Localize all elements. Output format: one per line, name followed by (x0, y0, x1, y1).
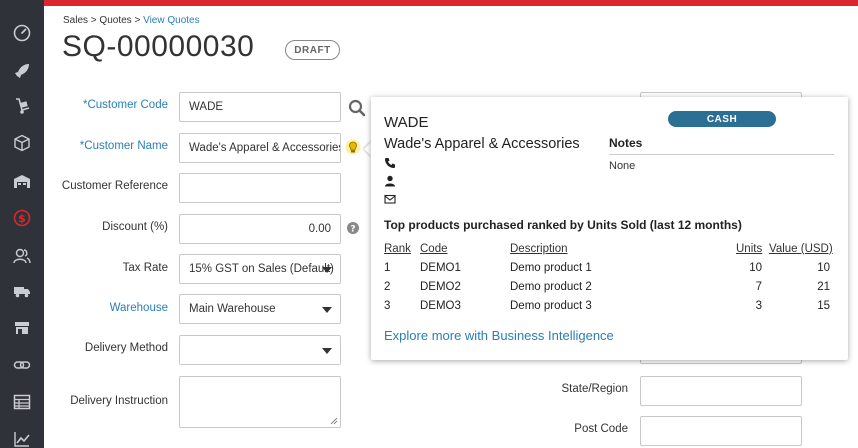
chart-icon[interactable] (8, 426, 36, 448)
users-icon[interactable] (8, 243, 36, 269)
rocket-icon[interactable] (8, 58, 36, 84)
dollar-icon[interactable]: $ (8, 205, 36, 231)
discount-label: Discount (%) (102, 221, 168, 233)
warehouse-select[interactable]: Main Warehouse (179, 294, 341, 324)
chevron-down-icon (322, 348, 332, 354)
breadcrumb-separator: > (131, 15, 144, 26)
customer-reference-input[interactable] (179, 173, 341, 203)
top-accent-bar (0, 0, 858, 6)
state-region-label: State/Region (561, 383, 629, 395)
breadcrumb: Sales > Quotes > View Quotes (63, 15, 200, 26)
truck-icon[interactable] (8, 278, 36, 304)
customer-name-label: *Customer Name (79, 140, 168, 152)
cell-rank: 3 (384, 300, 391, 312)
table-icon[interactable] (8, 389, 36, 415)
tax-rate-value: 15% GST on Sales (Default) (189, 263, 334, 275)
cell-description: Demo product 3 (510, 300, 592, 312)
status-badge: DRAFT (285, 40, 340, 60)
user-icon (385, 175, 395, 187)
discount-input[interactable]: 0.00 (179, 214, 341, 244)
popover-customer-code: WADE (384, 114, 429, 131)
svg-text:$: $ (18, 212, 26, 225)
column-header-code[interactable]: Code (420, 243, 448, 255)
customer-reference-label: Customer Reference (61, 180, 168, 192)
post-code-label: Post Code (574, 423, 628, 435)
cell-code: DEMO1 (420, 262, 461, 274)
post-code-input[interactable] (640, 416, 802, 446)
lightbulb-icon[interactable] (345, 139, 361, 157)
delivery-instruction-textarea[interactable] (179, 376, 341, 428)
cell-value: 21 (817, 281, 830, 293)
notes-divider (609, 154, 834, 155)
cell-value: 15 (817, 300, 830, 312)
breadcrumb-sales[interactable]: Sales (63, 15, 88, 26)
notes-label: Notes (609, 136, 643, 150)
dashboard-icon[interactable] (8, 20, 36, 46)
cell-code: DEMO3 (420, 300, 461, 312)
tax-rate-select[interactable]: 15% GST on Sales (Default) (179, 254, 341, 284)
business-intelligence-link[interactable]: Explore more with Business Intelligence (384, 328, 614, 343)
warehouse-icon[interactable] (8, 168, 36, 194)
cell-units: 10 (749, 262, 762, 274)
chevron-down-icon (322, 307, 332, 313)
page-title: SQ-00000030 (62, 30, 255, 63)
phone-icon (385, 158, 395, 168)
chevron-down-icon (322, 267, 332, 273)
breadcrumb-quotes[interactable]: Quotes (99, 15, 131, 26)
state-region-input[interactable] (640, 376, 802, 406)
help-icon[interactable]: ? (347, 222, 359, 234)
dolly-icon[interactable] (8, 93, 36, 119)
column-header-value[interactable]: Value (USD) (769, 243, 833, 255)
tax-rate-label: Tax Rate (122, 262, 168, 274)
delivery-instruction-label: Delivery Instruction (70, 395, 168, 407)
notes-value: None (609, 160, 636, 172)
customer-code-input[interactable]: WADE (179, 92, 341, 122)
box-icon[interactable] (8, 130, 36, 156)
top-products-heading: Top products purchased ranked by Units S… (384, 218, 742, 232)
customer-code-label: *Customer Code (82, 99, 168, 111)
svg-text:?: ? (350, 225, 355, 235)
delivery-method-label: Delivery Method (84, 342, 168, 354)
popover-customer-name: Wade's Apparel & Accessories (384, 136, 580, 152)
cell-units: 7 (755, 281, 762, 293)
sidebar: $ (0, 0, 44, 448)
cell-value: 10 (817, 262, 830, 274)
customer-name-input[interactable]: Wade's Apparel & Accessories (179, 133, 341, 163)
column-header-rank[interactable]: Rank (384, 243, 411, 255)
resize-handle-icon[interactable] (330, 417, 338, 425)
breadcrumb-view-quotes[interactable]: View Quotes (143, 15, 200, 26)
email-icon (384, 194, 396, 204)
cell-rank: 1 (384, 262, 391, 274)
column-header-description[interactable]: Description (510, 243, 568, 255)
search-icon[interactable] (348, 99, 366, 117)
cell-description: Demo product 2 (510, 281, 592, 293)
customer-popover: WADE Wade's Apparel & Accessories CASH N… (371, 97, 848, 360)
warehouse-label[interactable]: Warehouse (48, 302, 168, 314)
breadcrumb-separator: > (88, 15, 100, 26)
cell-code: DEMO2 (420, 281, 461, 293)
cell-rank: 2 (384, 281, 391, 293)
link-icon[interactable] (8, 352, 36, 378)
payment-term-badge: CASH (668, 111, 776, 127)
store-icon[interactable] (8, 315, 36, 341)
cell-description: Demo product 1 (510, 262, 592, 274)
warehouse-value: Main Warehouse (189, 303, 276, 315)
delivery-method-select[interactable] (179, 335, 341, 365)
column-header-units[interactable]: Units (736, 243, 762, 255)
cell-units: 3 (755, 300, 762, 312)
